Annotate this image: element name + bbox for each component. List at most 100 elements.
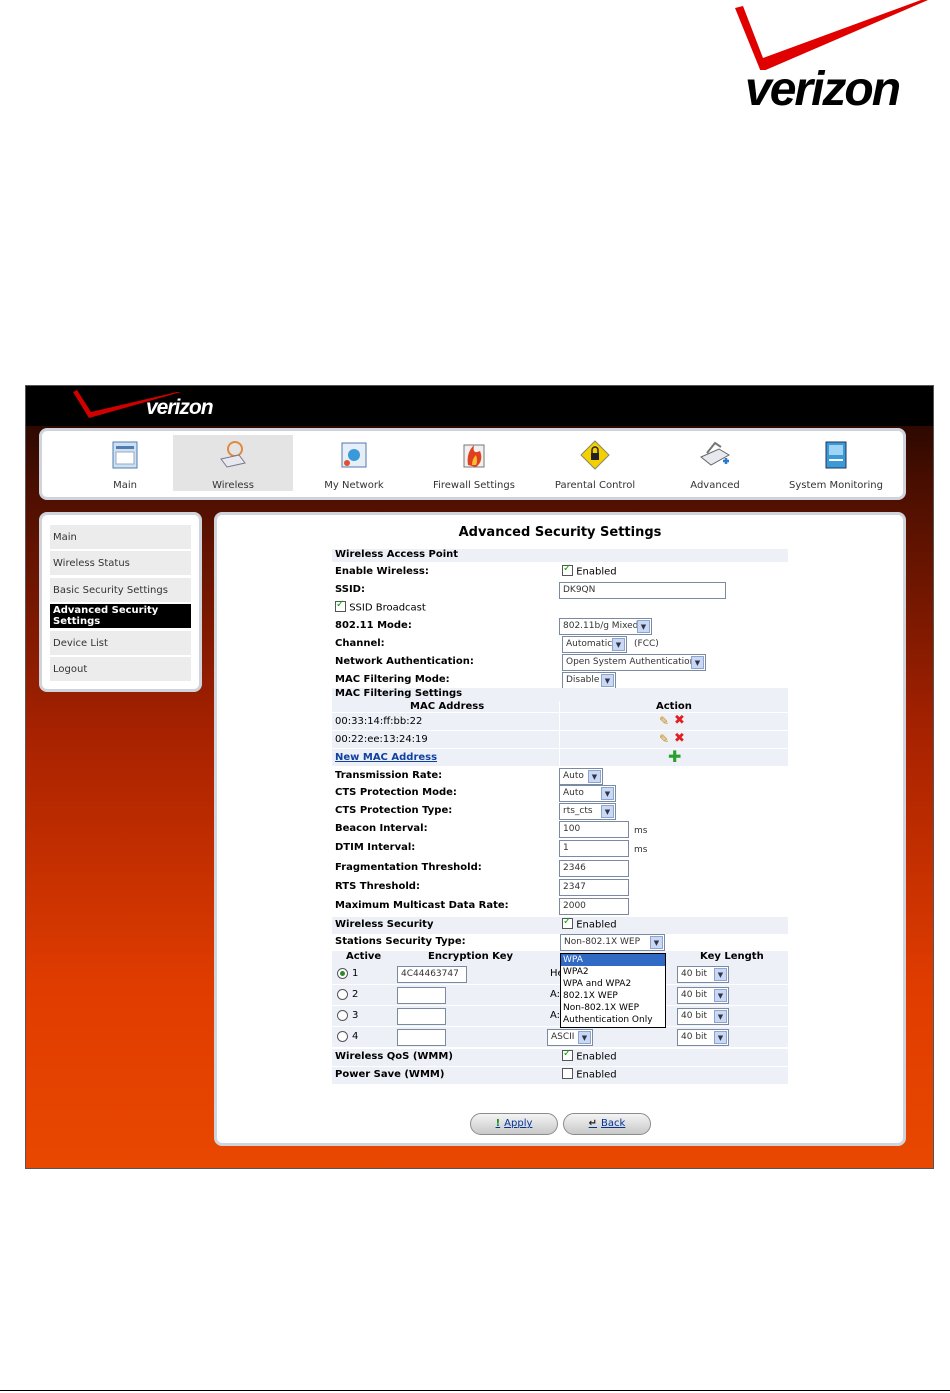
tx-rate-select[interactable]: Auto ▼	[559, 768, 603, 785]
mac-row: 00:33:14:ff:bb:22 ✎ ✖	[332, 713, 788, 731]
mac-filter-mode-select[interactable]: Disable ▼	[562, 672, 616, 689]
wireless-qos-row: Wireless QoS (WMM) Enabled	[332, 1048, 788, 1066]
chevron-down-icon: ▼	[612, 638, 625, 651]
key-1-radio[interactable]	[337, 968, 348, 979]
nav-wireless[interactable]: Wireless	[173, 435, 293, 491]
mode-select[interactable]: 802.11b/g Mixed ▼	[559, 618, 652, 635]
nav-main[interactable]: Main	[65, 435, 185, 491]
sidebar-item-logout[interactable]: Logout	[50, 657, 191, 681]
tx-rate-row: Transmission Rate: Auto ▼	[332, 768, 788, 785]
sidebar: Main Wireless Status Basic Security Sett…	[39, 512, 202, 692]
dropdown-option[interactable]: Non-802.1X WEP	[561, 1002, 665, 1014]
dropdown-option[interactable]: 802.1X WEP	[561, 990, 665, 1002]
wireless-security-checkbox[interactable]	[562, 916, 573, 929]
chevron-down-icon: ▼	[714, 1031, 727, 1044]
banner-logo-text: verizon	[146, 396, 214, 419]
cts-mode-row: CTS Protection Mode: Auto ▼	[332, 785, 788, 802]
network-auth-select[interactable]: Open System Authentication ▼	[562, 654, 706, 671]
key-4-length-select[interactable]: 40 bit ▼	[677, 1029, 729, 1046]
add-icon[interactable]: ✚	[668, 747, 681, 766]
mode-row: 802.11 Mode: 802.11b/g Mixed ▼	[332, 618, 788, 635]
mcast-input[interactable]: 2000	[559, 898, 629, 915]
delete-icon[interactable]: ✖	[674, 713, 685, 728]
key-3-length-select[interactable]: 40 bit ▼	[677, 1008, 729, 1025]
dtim-input[interactable]: 1	[559, 840, 629, 857]
back-button[interactable]: ↵ Back	[563, 1113, 651, 1135]
system-monitoring-icon	[825, 441, 847, 469]
sidebar-item-advanced-security[interactable]: Advanced Security Settings	[50, 604, 191, 628]
key-3-radio[interactable]	[337, 1010, 348, 1021]
chevron-down-icon: ▼	[714, 1010, 727, 1023]
network-auth-row: Network Authentication: Open System Auth…	[332, 654, 788, 671]
cts-mode-select[interactable]: Auto ▼	[559, 785, 616, 802]
enable-wireless-checkbox[interactable]	[562, 563, 573, 576]
security-type-dropdown: WPA WPA2 WPA and WPA2 802.1X WEP Non-802…	[560, 953, 666, 1028]
ssid-broadcast-checkbox[interactable]	[335, 599, 346, 612]
frag-row: Fragmentation Threshold: 2346	[332, 860, 788, 877]
content-panel: Advanced Security Settings Wireless Acce…	[214, 512, 906, 1146]
beacon-input[interactable]: 100	[559, 821, 629, 838]
page-footer-rule	[0, 1390, 950, 1391]
nav-system-monitoring[interactable]: System Monitoring	[776, 435, 896, 491]
ssid-broadcast-row: SSID Broadcast	[332, 599, 788, 617]
section-wireless-access-point: Wireless Access Point	[332, 549, 788, 562]
top-banner: verizon	[26, 386, 933, 426]
ssid-input[interactable]: DK9QN	[559, 582, 726, 599]
dtim-row: DTIM Interval: 1 ms	[335, 840, 648, 857]
main-icon	[112, 441, 138, 469]
nav-parental-control[interactable]: Parental Control	[535, 435, 655, 491]
dropdown-option[interactable]: WPA and WPA2	[561, 978, 665, 990]
nav-advanced[interactable]: Advanced	[655, 435, 775, 491]
dropdown-option[interactable]: Authentication Only	[561, 1014, 665, 1026]
sidebar-item-wireless-status[interactable]: Wireless Status	[50, 551, 191, 575]
key-1-input[interactable]: 4C44463747	[397, 966, 467, 983]
edit-icon[interactable]: ✎	[659, 732, 669, 746]
dropdown-option[interactable]: WPA	[561, 954, 665, 966]
main-nav: Main Wireless My Network Firewall Settin…	[39, 428, 906, 500]
beacon-row: Beacon Interval: 100 ms	[335, 821, 648, 838]
key-4-input[interactable]	[397, 1029, 446, 1046]
frag-input[interactable]: 2346	[559, 860, 629, 877]
key-1-length-select[interactable]: 40 bit ▼	[677, 966, 729, 983]
exclamation-icon: !	[495, 1118, 501, 1129]
rts-input[interactable]: 2347	[559, 879, 629, 896]
delete-icon[interactable]: ✖	[674, 731, 685, 746]
key-2-input[interactable]	[397, 987, 446, 1004]
key-4-type-select[interactable]: ASCII ▼	[547, 1029, 593, 1046]
power-save-checkbox[interactable]	[562, 1068, 573, 1079]
power-save-row: Power Save (WMM) Enabled	[332, 1067, 788, 1084]
nav-my-network[interactable]: My Network	[294, 435, 414, 491]
channel-select[interactable]: Automatic ▼	[562, 636, 627, 653]
key-3-input[interactable]	[397, 1008, 446, 1025]
back-arrow-icon: ↵	[588, 1118, 598, 1129]
key-2-radio[interactable]	[337, 989, 348, 1000]
ssid-row: SSID: DK9QN	[332, 582, 788, 599]
edit-icon[interactable]: ✎	[659, 714, 669, 728]
stations-security-select[interactable]: Non-802.1X WEP ▼	[560, 934, 665, 951]
parental-control-icon	[580, 440, 610, 470]
mac-row: 00:22:ee:13:24:19 ✎ ✖	[332, 731, 788, 749]
chevron-down-icon: ▼	[637, 620, 650, 633]
wireless-qos-checkbox[interactable]	[562, 1048, 573, 1061]
chevron-down-icon: ▼	[601, 787, 614, 800]
chevron-down-icon: ▼	[714, 989, 727, 1002]
dropdown-option[interactable]: WPA2	[561, 966, 665, 978]
apply-button[interactable]: ! Apply	[470, 1113, 558, 1135]
key-4-radio[interactable]	[337, 1031, 348, 1042]
section-mac-filtering: MAC Filtering Settings	[332, 688, 788, 701]
advanced-icon	[700, 441, 730, 466]
sidebar-item-basic-security[interactable]: Basic Security Settings	[50, 578, 191, 602]
sidebar-item-main[interactable]: Main	[50, 525, 191, 549]
chevron-down-icon: ▼	[691, 656, 704, 669]
new-mac-link[interactable]: New MAC Address	[335, 752, 437, 763]
verizon-logo: verizon	[733, 0, 933, 122]
chevron-down-icon: ▼	[601, 805, 614, 818]
key-2-length-select[interactable]: 40 bit ▼	[677, 987, 729, 1004]
chevron-down-icon: ▼	[601, 674, 614, 687]
nav-firewall-settings[interactable]: Firewall Settings	[414, 435, 534, 491]
chevron-down-icon: ▼	[650, 936, 663, 949]
sidebar-item-device-list[interactable]: Device List	[50, 631, 191, 655]
cts-type-select[interactable]: rts_cts ▼	[559, 803, 616, 820]
wireless-icon	[220, 441, 246, 468]
mcast-row: Maximum Multicast Data Rate: 2000	[332, 898, 788, 915]
